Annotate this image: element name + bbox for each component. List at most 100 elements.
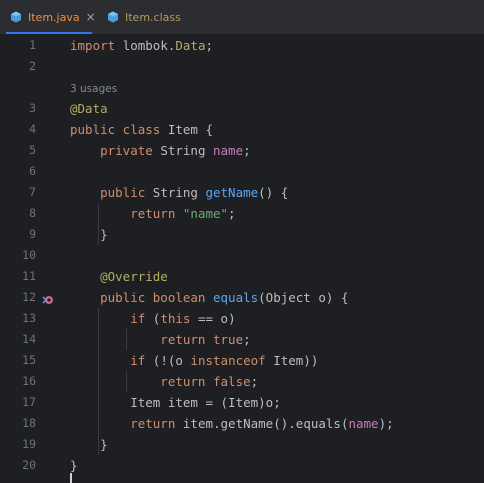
code-text: if (this == o) [70, 308, 236, 329]
code-token: String [160, 143, 213, 158]
code-token: return true [70, 332, 244, 347]
code-token: this [160, 311, 191, 326]
line-number: 11 [22, 269, 36, 283]
line-number: 18 [22, 416, 36, 430]
code-token: ); [378, 416, 394, 431]
line-number: 17 [22, 395, 36, 409]
code-token: @Override [70, 269, 168, 284]
code-token: name [348, 416, 379, 431]
line-number: 12 [22, 290, 36, 304]
code-text: public class Item { [70, 119, 213, 140]
code-token: return [70, 416, 183, 431]
code-text: @Override [70, 266, 168, 287]
code-line: 17 Item item = (Item)o; [0, 392, 484, 413]
code-token: } [70, 227, 108, 242]
code-editor[interactable]: 3 usages 1 import lombok.Data; 2 3 @Data 4… [0, 35, 484, 483]
tab-item-class[interactable]: Item.class [97, 0, 207, 34]
line-number: 20 [22, 458, 36, 472]
line-number: 8 [29, 206, 36, 220]
tab-item-java[interactable]: Item.java × [0, 0, 96, 34]
tab-label: Item.class [125, 10, 181, 24]
code-token: (Object o) { [258, 290, 349, 305]
code-token: item. [182, 416, 221, 431]
code-line: 15 if (!(o instanceof Item)) [0, 350, 484, 371]
override-method-icon[interactable] [42, 291, 54, 304]
code-token: } [70, 437, 108, 452]
code-text: if (!(o instanceof Item)) [70, 350, 318, 371]
code-line: 20} [0, 455, 484, 476]
code-token: ; [205, 38, 214, 53]
line-number: 2 [29, 59, 36, 73]
close-icon[interactable]: × [86, 10, 96, 24]
code-line: 14 return true; [0, 329, 484, 350]
code-line: 6 [0, 161, 484, 182]
code-line: 16 return false; [0, 371, 484, 392]
line-number: 6 [29, 164, 36, 178]
line-number: 16 [22, 374, 36, 388]
tab-label: Item.java [28, 10, 80, 24]
code-token: (!(o [152, 353, 191, 368]
line-number: 5 [29, 143, 36, 157]
code-token: if [70, 353, 153, 368]
line-number: 14 [22, 332, 36, 346]
code-token: lombok. [122, 38, 176, 53]
code-token: public boolean [70, 290, 213, 305]
code-token: if [70, 311, 153, 326]
java-class-icon [10, 11, 22, 23]
code-text: @Data [70, 98, 108, 119]
code-text: public String getName() { [70, 182, 288, 203]
code-line: 13 if (this == o) [0, 308, 484, 329]
line-number: 7 [29, 185, 36, 199]
code-token: @Data [70, 101, 108, 116]
text-caret [70, 473, 72, 483]
code-token: private [70, 143, 161, 158]
code-token: ; [250, 374, 259, 389]
code-token: public class [70, 122, 168, 137]
code-token: return [70, 206, 183, 221]
code-line: 12 public boolean equals(Object o) { [0, 287, 484, 308]
code-token: ; [228, 206, 236, 221]
code-text: return "name"; [70, 203, 236, 224]
code-text: return item.getName().equals(name); [70, 413, 394, 434]
line-number: 13 [22, 311, 36, 325]
code-line: 3 @Data [0, 98, 484, 119]
code-line: 19 } [0, 434, 484, 455]
code-token: ; [243, 332, 251, 347]
code-token: public [70, 185, 153, 200]
code-token: String [152, 185, 206, 200]
code-line: 18 return item.getName().equals(name); [0, 413, 484, 434]
code-text: import lombok.Data; [70, 35, 213, 56]
code-line: 2 [0, 56, 484, 77]
code-token: ; [243, 143, 251, 158]
code-line: 10 [0, 245, 484, 266]
code-token: getName [205, 185, 259, 200]
active-tab-indicator [6, 32, 92, 34]
code-text: private String name; [70, 140, 251, 161]
code-text: } [70, 224, 108, 245]
code-line: 8 return "name"; [0, 203, 484, 224]
code-token: () { [258, 185, 289, 200]
usages-hint[interactable]: 3 usages [70, 81, 117, 97]
line-number: 3 [29, 101, 36, 115]
code-line: 7 public String getName() { [0, 182, 484, 203]
code-token: == o) [190, 311, 236, 326]
code-text: public boolean equals(Object o) { [70, 287, 348, 308]
code-line: 1 import lombok.Data; [0, 35, 484, 56]
line-number: 10 [22, 248, 36, 262]
line-number: 1 [29, 38, 36, 52]
code-text: Item item = (Item)o; [70, 392, 281, 413]
code-token: instanceof [190, 353, 274, 368]
line-number: 15 [22, 353, 36, 367]
code-line: 11 @Override [0, 266, 484, 287]
code-token: Item { [167, 122, 213, 137]
line-number: 4 [29, 122, 36, 136]
code-token: import [70, 38, 123, 53]
code-token: } [70, 458, 78, 473]
code-token: equals [295, 416, 341, 431]
code-line: 4 public class Item { [0, 119, 484, 140]
code-token: equals [213, 290, 259, 305]
code-token: return false [70, 374, 251, 389]
editor-tab-bar: Item.java × Item.class [0, 0, 484, 35]
line-number: 9 [29, 227, 36, 241]
code-token: "name" [182, 206, 229, 221]
